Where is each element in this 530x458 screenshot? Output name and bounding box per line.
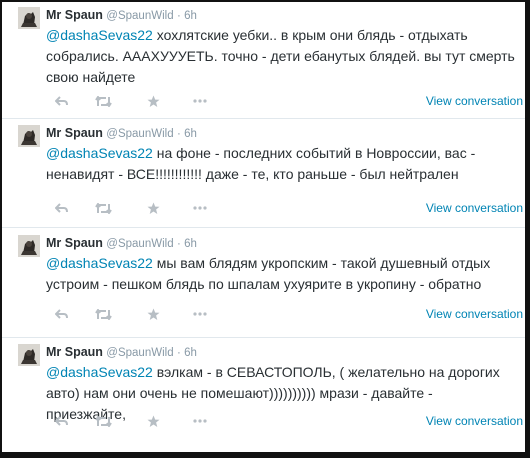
view-conversation-link[interactable]: View conversation	[426, 200, 523, 216]
more-dots-icon[interactable]	[191, 306, 209, 322]
reply-arrow-icon[interactable]	[52, 413, 70, 429]
more-dots-icon[interactable]	[191, 200, 209, 216]
more-dots-icon[interactable]	[191, 93, 209, 109]
tweet: Mr Spaun @SpaunWild · 6h @dashaSevas22 х…	[2, 2, 525, 108]
reply-arrow-icon[interactable]	[52, 93, 70, 109]
separator-dot: ·	[176, 128, 181, 140]
tweet-actions: View conversation	[46, 93, 523, 109]
user-handle[interactable]: @SpaunWild	[106, 128, 173, 140]
tweet-header: Mr Spaun @SpaunWild · 6h	[46, 235, 197, 252]
user-handle[interactable]: @SpaunWild	[106, 10, 173, 22]
timestamp[interactable]: 6h	[184, 10, 197, 22]
separator-dot: ·	[176, 238, 181, 250]
avatar[interactable]	[18, 125, 40, 147]
avatar[interactable]	[18, 344, 40, 366]
star-icon[interactable]	[144, 93, 162, 109]
timestamp[interactable]: 6h	[184, 347, 197, 359]
reply-arrow-icon[interactable]	[52, 200, 70, 216]
tweet-text: @dashaSevas22 на фоне - последних событи…	[46, 143, 516, 185]
star-icon[interactable]	[144, 200, 162, 216]
display-name[interactable]: Mr Spaun	[46, 345, 103, 359]
avatar[interactable]	[18, 7, 40, 29]
tweet-header: Mr Spaun @SpaunWild · 6h	[46, 7, 197, 24]
tweet-actions: View conversation	[46, 200, 523, 216]
mention-link[interactable]: @dashaSevas22	[46, 145, 153, 161]
retweet-icon[interactable]	[94, 200, 112, 216]
tweet-separator	[2, 227, 525, 228]
tweet-actions: View conversation	[46, 306, 523, 322]
mention-link[interactable]: @dashaSevas22	[46, 27, 153, 43]
display-name[interactable]: Mr Spaun	[46, 236, 103, 250]
tweet-text: @dashaSevas22 мы вам блядям укропским - …	[46, 253, 516, 295]
reply-arrow-icon[interactable]	[52, 306, 70, 322]
user-handle[interactable]: @SpaunWild	[106, 238, 173, 250]
tweet: Mr Spaun @SpaunWild · 6h @dashaSevas22 н…	[2, 120, 525, 226]
mention-link[interactable]: @dashaSevas22	[46, 364, 153, 380]
tweet-header: Mr Spaun @SpaunWild · 6h	[46, 125, 197, 142]
tweet: Mr Spaun @SpaunWild · 6h @dashaSevas22 м…	[2, 230, 525, 336]
tweet-actions: View conversation	[46, 413, 523, 429]
star-icon[interactable]	[144, 413, 162, 429]
tweet: Mr Spaun @SpaunWild · 6h @dashaSevas22 в…	[2, 339, 525, 445]
timeline-frame: Mr Spaun @SpaunWild · 6h @dashaSevas22 х…	[0, 0, 530, 458]
view-conversation-link[interactable]: View conversation	[426, 413, 523, 429]
tweet-text: @dashaSevas22 хохлятские уебки.. в крым …	[46, 25, 516, 88]
tweet-separator	[2, 337, 525, 338]
user-handle[interactable]: @SpaunWild	[106, 347, 173, 359]
timestamp[interactable]: 6h	[184, 128, 197, 140]
tweet-separator	[2, 118, 525, 119]
more-dots-icon[interactable]	[191, 413, 209, 429]
separator-dot: ·	[176, 347, 181, 359]
separator-dot: ·	[176, 10, 181, 22]
view-conversation-link[interactable]: View conversation	[426, 306, 523, 322]
mention-link[interactable]: @dashaSevas22	[46, 255, 153, 271]
retweet-icon[interactable]	[94, 306, 112, 322]
view-conversation-link[interactable]: View conversation	[426, 93, 523, 109]
tweet-header: Mr Spaun @SpaunWild · 6h	[46, 344, 197, 361]
timestamp[interactable]: 6h	[184, 238, 197, 250]
retweet-icon[interactable]	[94, 413, 112, 429]
star-icon[interactable]	[144, 306, 162, 322]
retweet-icon[interactable]	[94, 93, 112, 109]
avatar[interactable]	[18, 235, 40, 257]
display-name[interactable]: Mr Spaun	[46, 126, 103, 140]
display-name[interactable]: Mr Spaun	[46, 8, 103, 22]
